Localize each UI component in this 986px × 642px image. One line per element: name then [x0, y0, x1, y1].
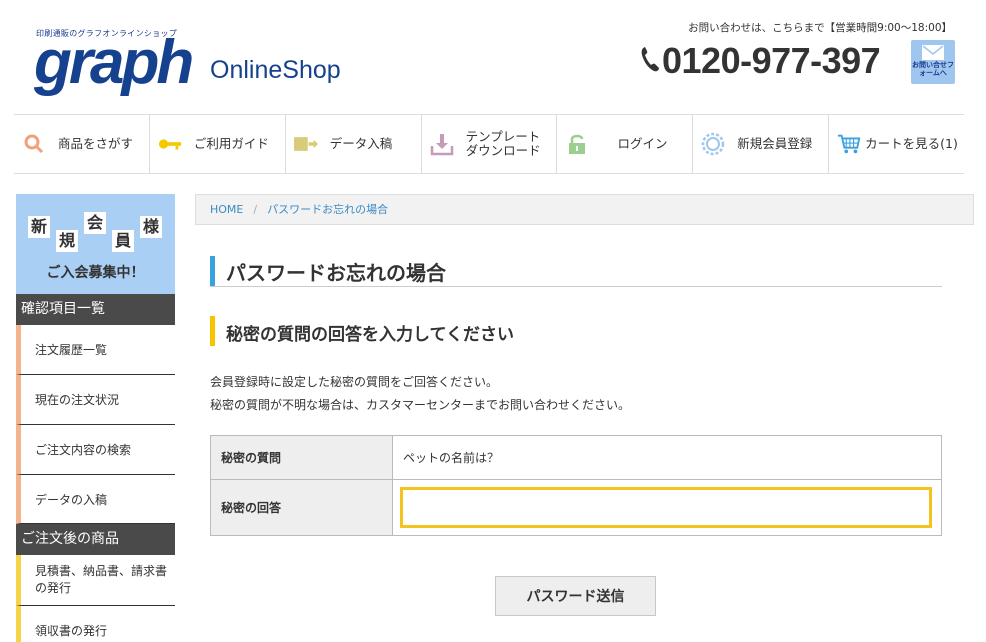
lock-icon — [565, 132, 589, 156]
logo-wordmark: graph — [34, 28, 194, 97]
cart-icon — [837, 132, 861, 156]
nav-login[interactable]: ログイン — [557, 115, 694, 173]
mail-icon — [922, 45, 944, 60]
download-icon — [430, 132, 454, 156]
instructions-line-1: 会員登録時に設定した秘密の質問をご回答ください。 — [210, 375, 499, 389]
phone-number[interactable]: 0120-977-397 — [640, 40, 881, 82]
question-value: ペットの名前は？ — [392, 435, 942, 480]
sidebar-section-check: 確認項目一覧 — [16, 294, 175, 325]
page-title: パスワードお忘れの場合 — [210, 255, 942, 287]
breadcrumb-current: パスワードお忘れの場合 — [267, 203, 389, 216]
breadcrumb-separator: / — [253, 203, 258, 216]
sidebar: 新 規 会 員 様 ご入会募集中！ 確認項目一覧 注文履歴一覧 現在の注文状況 … — [16, 194, 175, 642]
banner-title: 新 規 会 員 様 — [26, 208, 166, 256]
nav-data-upload[interactable]: データ入稿 — [286, 115, 422, 173]
nav-template-download[interactable]: テンプレート ダウンロード — [422, 115, 558, 173]
sidebar-item-order-history[interactable]: 注文履歴一覧 — [16, 325, 175, 375]
logo-shop-text: OnlineShop — [210, 56, 341, 84]
instructions-line-2: 秘密の質問が不明な場合は、カスタマーセンターまでお問い合わせください。 — [210, 398, 631, 412]
upload-icon — [293, 132, 318, 156]
gear-badge-icon — [701, 132, 725, 156]
contact-form-label: お問い合せフォームへ — [912, 61, 954, 77]
sidebar-section-after-order: ご注文後の商品 — [16, 524, 175, 555]
site-logo[interactable]: 印刷通販のグラフオンラインショップ graph OnlineShop — [34, 28, 364, 98]
secret-question-form: 秘密の質問 ペットの名前は？ 秘密の回答 — [210, 435, 942, 536]
nav-cart[interactable]: カートを見る(1) — [829, 115, 964, 173]
phone-icon — [641, 47, 659, 72]
new-member-banner[interactable]: 新 規 会 員 様 ご入会募集中！ — [16, 194, 175, 294]
sidebar-item-receipt[interactable]: 領収書の発行 — [16, 606, 175, 642]
sidebar-item-order-search[interactable]: ご注文内容の検索 — [16, 425, 175, 475]
secret-answer-input[interactable] — [400, 487, 932, 528]
main-nav: 商品をさがす ご利用ガイド データ入稿 テンプレート ダウンロード ログイン 新… — [14, 114, 964, 174]
answer-label: 秘密の回答 — [210, 479, 393, 536]
section-accent-bar — [210, 316, 215, 346]
question-row: 秘密の質問 ペットの名前は？ — [210, 435, 942, 480]
instructions: 会員登録時に設定した秘密の質問をご回答ください。 秘密の質問が不明な場合は、カス… — [210, 371, 630, 417]
question-label: 秘密の質問 — [210, 435, 393, 480]
site-header: 印刷通販のグラフオンラインショップ graph OnlineShop お問い合わ… — [0, 0, 986, 110]
sidebar-item-order-status[interactable]: 現在の注文状況 — [16, 375, 175, 425]
nav-user-guide[interactable]: ご利用ガイド — [150, 115, 286, 173]
banner-subtitle: ご入会募集中！ — [46, 265, 145, 281]
sidebar-item-data-upload[interactable]: データの入稿 — [16, 475, 175, 524]
key-icon — [158, 132, 182, 156]
send-password-button[interactable]: パスワード送信 — [495, 576, 656, 616]
contact-hours: お問い合わせは、こちらまで【営業時間9:00〜18:00】 — [688, 22, 952, 34]
search-icon — [22, 132, 46, 156]
nav-search-products[interactable]: 商品をさがす — [14, 115, 150, 173]
nav-register[interactable]: 新規会員登録 — [693, 115, 830, 173]
breadcrumb: HOME / パスワードお忘れの場合 — [195, 194, 974, 225]
title-accent-bar — [210, 256, 215, 286]
contact-form-button[interactable]: お問い合せフォームへ — [911, 40, 955, 84]
breadcrumb-home[interactable]: HOME — [210, 203, 243, 216]
answer-row: 秘密の回答 — [210, 479, 942, 536]
sidebar-item-documents[interactable]: 見積書、納品書、請求書の発行 — [16, 555, 175, 606]
